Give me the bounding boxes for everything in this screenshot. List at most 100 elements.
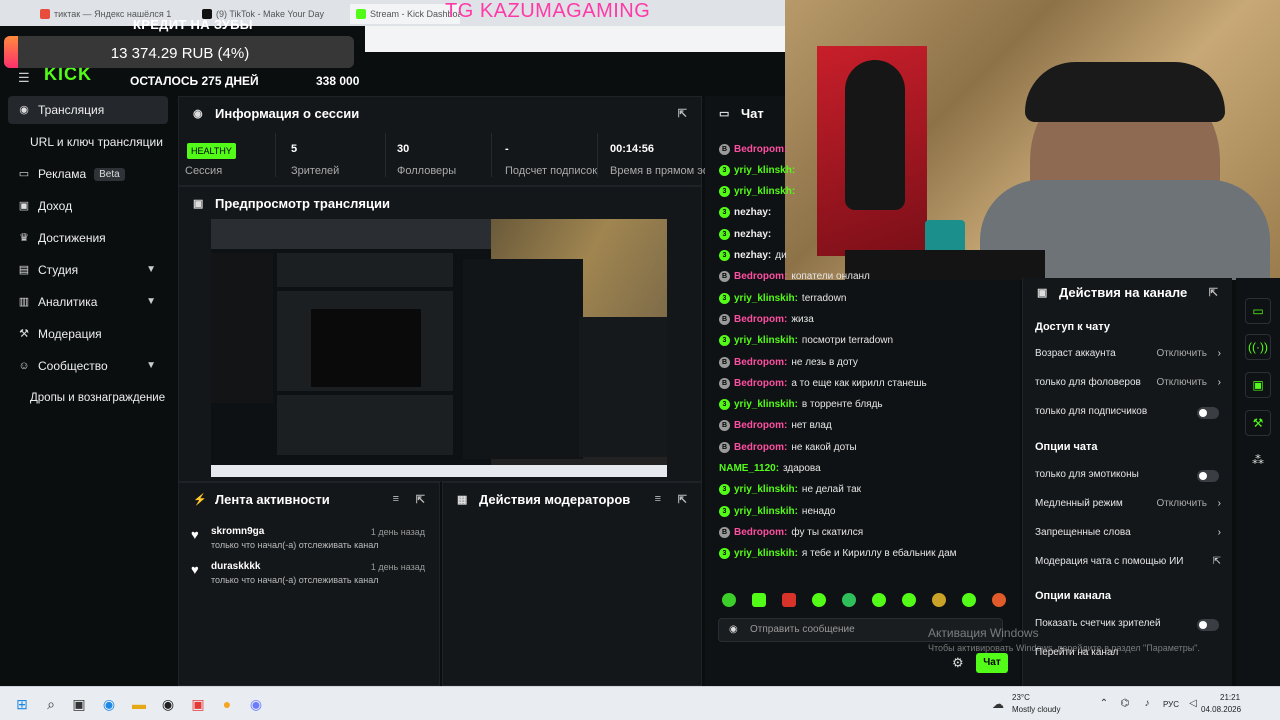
chat-username[interactable]: nezhay: [734, 250, 771, 261]
emote-icon[interactable] [812, 593, 826, 607]
session-info-panel: ◉ Информация о сессии ⇱ HEALTHY Сессия 5… [178, 96, 730, 186]
app-icon[interactable]: ● [219, 696, 235, 712]
emote-icon[interactable] [962, 593, 976, 607]
chat-username[interactable]: yriy_klinskih: [734, 399, 798, 410]
clock-time[interactable]: 21:21 [1220, 693, 1240, 702]
chat-send-button[interactable]: Чат [976, 653, 1008, 673]
chat-username[interactable]: yriy_klinskih: [734, 335, 798, 346]
chat-username[interactable]: Bedropom: [734, 314, 787, 325]
task-view-icon[interactable]: ▣ [71, 696, 87, 712]
donation-goal: 338 000 [316, 74, 360, 88]
chat-message: 3 yriy_klinskih: посмотри terradown [719, 333, 1019, 349]
wrench-icon[interactable]: ⚒ [1245, 410, 1271, 436]
chat-message: 3 yriy_klinskih: я тебе и Кириллу в ебальн… [719, 546, 1019, 562]
search-icon[interactable]: ⌕ [43, 696, 59, 712]
chat-username[interactable]: Bedropom: [734, 271, 787, 282]
sidebar-item-revenue[interactable]: ▣ Доход [8, 192, 168, 220]
followers-value: 30 [397, 143, 410, 155]
stream-preview-video[interactable] [211, 219, 667, 477]
activity-time: 1 день назад [370, 527, 425, 537]
chat-username[interactable]: Bedropom: [734, 378, 787, 389]
chat-title: Чат [741, 105, 764, 121]
chat-username[interactable]: Bedropom: [734, 527, 787, 538]
slow-mode-row[interactable]: Медленный режим Отключить › [1035, 498, 1221, 512]
weather-icon[interactable]: ☁ [990, 696, 1006, 712]
chat-icon: ▭ [719, 107, 730, 120]
emote-icon[interactable] [782, 593, 796, 607]
windows-activation-title: Активация Windows [928, 626, 1039, 640]
chat-username[interactable]: yriy_klinskh: [734, 186, 795, 197]
sidebar-item-community[interactable]: ☺ Сообщество ▼ [8, 352, 168, 380]
camera-icon[interactable]: ▣ [1245, 372, 1271, 398]
activity-user[interactable]: skromn9ga [211, 526, 264, 537]
ai-moderation-row[interactable]: Модерация чата с помощью ИИ ⇱ [1035, 556, 1221, 570]
chat-badge-icon: 3 [719, 548, 730, 560]
sidebar-item-moderation[interactable]: ⚒ Модерация [8, 320, 168, 348]
edge-icon[interactable]: ◉ [101, 696, 117, 712]
emoji-icon[interactable]: ◉ [729, 624, 738, 635]
chat-bubble-icon[interactable]: ▭ [1245, 298, 1271, 324]
chat-badge-icon: 3 [719, 484, 730, 496]
activity-user[interactable]: duraskkkk [211, 561, 260, 572]
subscribers-only-row: только для подписчиков [1035, 406, 1221, 420]
emote-icon[interactable] [752, 593, 766, 607]
popout-icon[interactable]: ⇱ [1209, 286, 1218, 299]
chat-username[interactable]: Bedropom: [734, 357, 787, 368]
broadcast-icon[interactable]: ((·)) [1245, 334, 1271, 360]
subscribers-only-toggle[interactable] [1197, 407, 1219, 419]
stream-preview-header: ▣ Предпросмотр трансляции [179, 187, 701, 219]
chat-username[interactable]: yriy_klinskih: [734, 484, 798, 495]
chat-username[interactable]: Bedropom: [734, 442, 787, 453]
popout-icon[interactable]: ⇱ [678, 493, 687, 506]
emotes-only-toggle[interactable] [1197, 470, 1219, 482]
windows-start-icon[interactable]: ⊞ [14, 696, 30, 712]
emote-icon[interactable] [902, 593, 916, 607]
chat-username[interactable]: nezhay: [734, 229, 771, 240]
banned-words-row[interactable]: Запрещенные слова › [1035, 527, 1221, 541]
clock-date[interactable]: 04.08.2026 [1201, 705, 1241, 714]
sidebar-item-achievements[interactable]: ♛ Достижения [8, 224, 168, 252]
sidebar-item-analytics[interactable]: ▥ Аналитика ▼ [8, 288, 168, 316]
filter-icon[interactable]: ≡ [393, 493, 399, 505]
chat-badge-icon: B [719, 313, 730, 325]
share-icon[interactable]: ⁂ [1245, 448, 1271, 474]
sidebar-item-ads[interactable]: ▭ Реклама Beta [8, 160, 168, 188]
chevron-up-icon[interactable]: ⌃ [1096, 696, 1112, 712]
sidebar-item-studio[interactable]: ▤ Студия ▼ [8, 256, 168, 284]
sidebar-item-broadcast[interactable]: ◉ Трансляция [8, 96, 168, 124]
chat-text: здарова [783, 463, 821, 474]
popout-icon[interactable]: ⇱ [678, 107, 687, 120]
app-icon[interactable]: ▣ [190, 696, 206, 712]
microphone-icon[interactable]: ♪ [1139, 696, 1155, 712]
browser-tab-active[interactable]: Stream - Kick Dashboard [350, 4, 460, 24]
network-icon[interactable]: ⌬ [1117, 696, 1133, 712]
chat-username[interactable]: yriy_klinskih: [734, 506, 798, 517]
session-info-header: ◉ Информация о сессии ⇱ [179, 97, 701, 129]
language-indicator[interactable]: РУС [1163, 700, 1179, 709]
emote-icon[interactable] [992, 593, 1006, 607]
chat-username[interactable]: yriy_klinskih: [734, 293, 798, 304]
viewer-count-toggle[interactable] [1197, 619, 1219, 631]
emote-icon[interactable] [722, 593, 736, 607]
emote-icon[interactable] [842, 593, 856, 607]
chat-settings-icon[interactable]: ⚙ [952, 655, 964, 671]
followers-only-row[interactable]: только для фоловеров Отключить › [1035, 377, 1221, 391]
sidebar-item-stream-key[interactable]: URL и ключ трансляции [8, 128, 168, 156]
emote-icon[interactable] [932, 593, 946, 607]
chat-username[interactable]: yriy_klinskh: [734, 165, 795, 176]
chat-username[interactable]: Bedropom: [734, 144, 787, 155]
filter-icon[interactable]: ≡ [655, 493, 661, 505]
chat-username[interactable]: nezhay: [734, 207, 771, 218]
chat-username[interactable]: yriy_klinskih: [734, 548, 798, 559]
account-age-row[interactable]: Возраст аккаунта Отключить › [1035, 348, 1221, 362]
popout-icon[interactable]: ⇱ [416, 493, 425, 506]
emote-icon[interactable] [872, 593, 886, 607]
chat-username[interactable]: NAME_1120: [719, 463, 779, 474]
address-bar[interactable] [365, 26, 785, 52]
discord-icon[interactable]: ◉ [248, 696, 264, 712]
volume-icon[interactable]: ◁ [1185, 696, 1201, 712]
folder-icon[interactable]: ▬ [131, 696, 147, 712]
chat-username[interactable]: Bedropom: [734, 420, 787, 431]
sidebar-item-drops[interactable]: Дропы и вознаграждение [8, 384, 168, 412]
obs-icon[interactable]: ◉ [160, 696, 176, 712]
